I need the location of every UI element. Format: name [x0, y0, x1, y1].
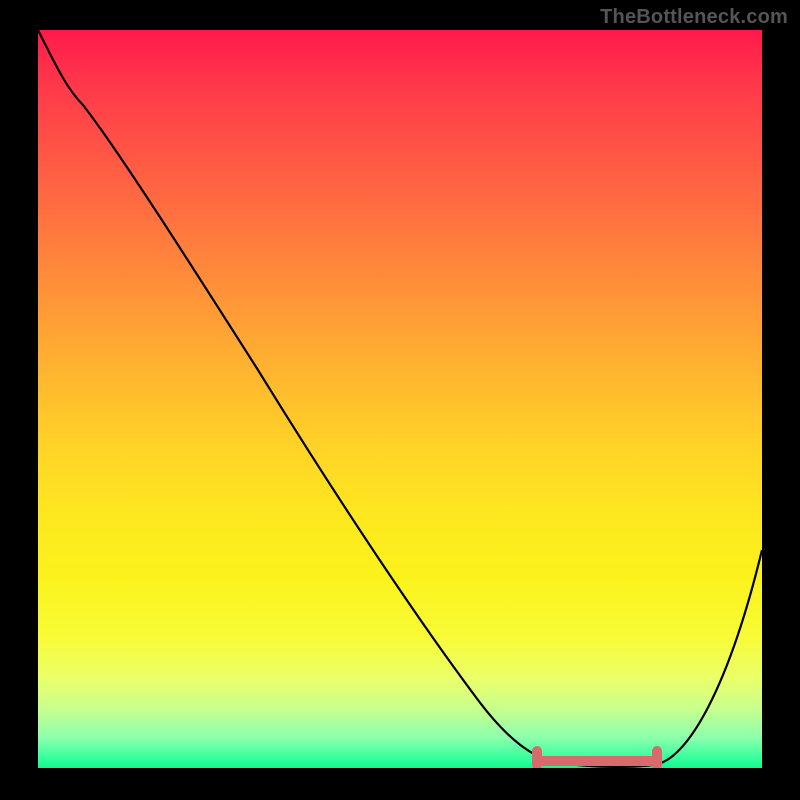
- bottleneck-curve: [38, 30, 762, 768]
- optimal-zone-left-nub: [532, 746, 542, 768]
- optimal-zone-marker: [538, 756, 656, 766]
- plot-area: [38, 30, 762, 768]
- optimal-zone-right-nub: [652, 746, 662, 768]
- watermark-text: TheBottleneck.com: [600, 6, 788, 29]
